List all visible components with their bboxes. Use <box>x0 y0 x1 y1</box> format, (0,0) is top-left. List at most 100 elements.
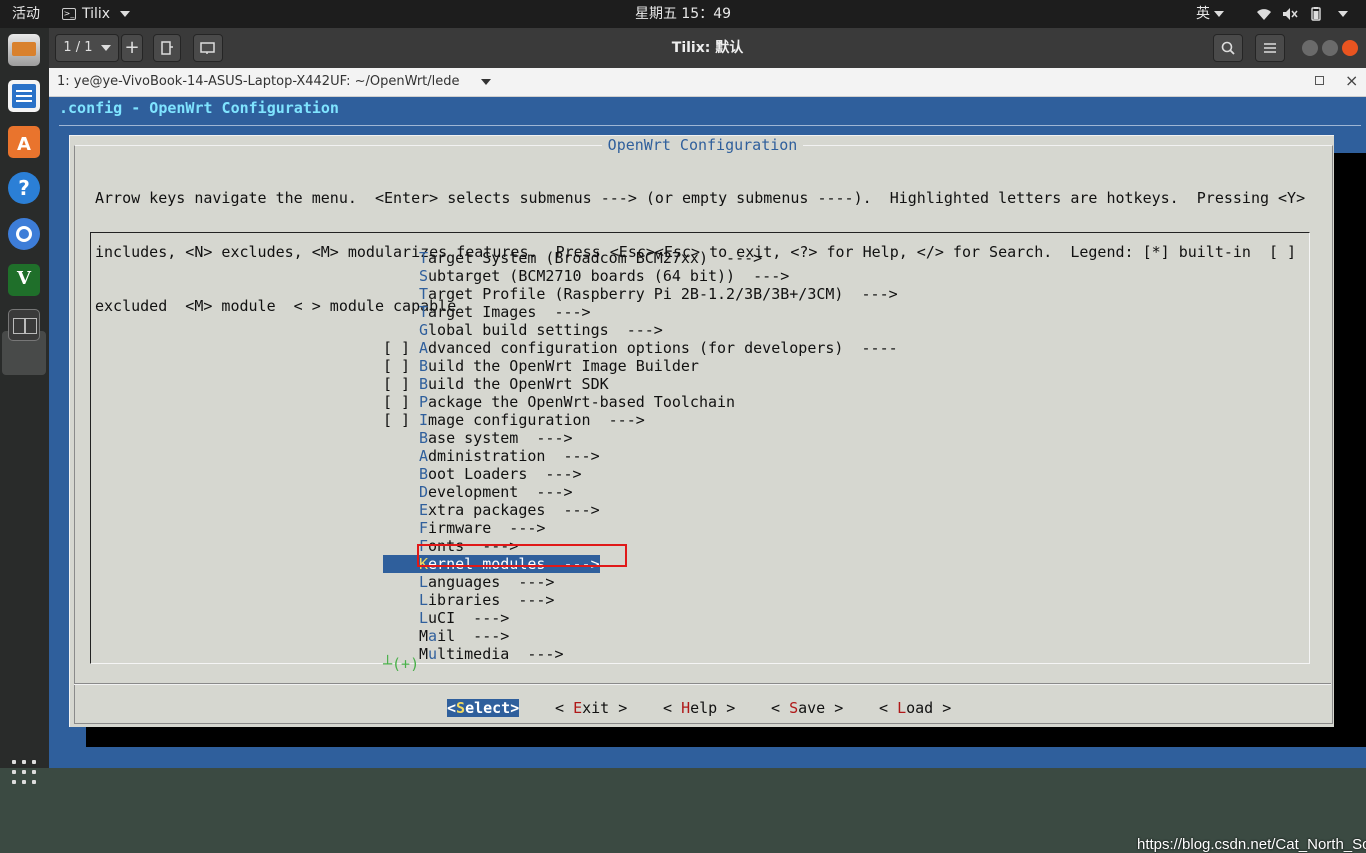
dock: A ? V <box>0 28 49 784</box>
software-center-icon[interactable]: A <box>8 126 40 158</box>
hotkey-letter: S <box>789 699 799 717</box>
maximize-terminal-icon[interactable] <box>1315 76 1324 85</box>
button-bracket: < <box>663 699 682 717</box>
split-vertical-icon[interactable] <box>193 34 223 62</box>
menu-item[interactable]: Subtarget (BCM2710 boards (64 bit)) ---> <box>383 267 789 285</box>
ime-label: 英 <box>1196 6 1210 22</box>
menu-item-label: uCI ---> <box>428 609 510 627</box>
menu-item[interactable]: Administration ---> <box>383 447 600 465</box>
menu-item[interactable]: Global build settings ---> <box>383 321 663 339</box>
close-button[interactable] <box>1342 40 1358 56</box>
hotkey-letter: L <box>419 573 429 591</box>
checkbox-indicator: [ ] <box>383 357 411 375</box>
hotkey-letter: I <box>419 411 429 429</box>
menu-item[interactable]: Development ---> <box>383 483 573 501</box>
divider <box>74 683 1331 685</box>
chevron-down-icon <box>120 11 131 17</box>
menu-item[interactable]: Boot Loaders ---> <box>383 465 582 483</box>
menu-item-label: M <box>419 627 429 645</box>
menu-item[interactable]: Target System (Broadcom BCM27xx) ---> <box>383 249 762 267</box>
system-tray[interactable] <box>1256 0 1348 28</box>
files-icon[interactable] <box>8 34 40 66</box>
checkbox-indicator: [ ] <box>383 411 411 429</box>
terminal-app-icon: >_ <box>62 8 76 20</box>
chromium-icon[interactable] <box>8 218 40 250</box>
menu-item[interactable]: Extra packages ---> <box>383 501 600 519</box>
chevron-down-icon[interactable] <box>481 79 491 85</box>
hotkey-letter: T <box>419 303 429 321</box>
menu-item[interactable]: Languages ---> <box>383 573 554 591</box>
minimize-button[interactable] <box>1302 40 1318 56</box>
add-session-button[interactable]: + <box>121 34 143 62</box>
hamburger-menu-icon[interactable] <box>1255 34 1285 62</box>
select-button[interactable]: <Select> <box>447 699 520 717</box>
hotkey-letter: D <box>419 483 429 501</box>
hotkey-letter: K <box>419 555 429 573</box>
button-label: ave > <box>798 699 844 717</box>
help-button[interactable]: < Help > <box>663 699 735 717</box>
menu-item-label: ibraries ---> <box>428 591 555 609</box>
menu-item-label: il ---> <box>437 627 510 645</box>
menu-item-label: ernel modules ---> <box>428 555 600 573</box>
menu-item-label: ackage the OpenWrt-based Toolchain <box>428 393 736 411</box>
save-button[interactable]: < Save > <box>771 699 843 717</box>
input-method-indicator[interactable]: 英 <box>1196 0 1224 28</box>
chevron-down-icon <box>1214 11 1224 17</box>
menu-item[interactable]: [ ] Image configuration ---> <box>383 411 645 429</box>
hotkey-letter: A <box>419 447 429 465</box>
menu-item[interactable]: LuCI ---> <box>383 609 509 627</box>
menu-item[interactable]: Libraries ---> <box>383 591 554 609</box>
menu-item[interactable]: Base system ---> <box>383 429 573 447</box>
button-label: oad > <box>906 699 952 717</box>
search-icon[interactable] <box>1213 34 1243 62</box>
menu-item[interactable]: [ ] Package the OpenWrt-based Toolchain <box>383 393 735 411</box>
menu-item[interactable]: Kernel modules ---> <box>383 555 600 573</box>
tilix-icon[interactable] <box>8 309 40 341</box>
terminal-title[interactable]: 1: ye@ye-VivoBook-14-ASUS-Laptop-X442UF:… <box>57 68 460 96</box>
terminal-area[interactable]: .config - OpenWrt Configuration OpenWrt … <box>49 97 1366 853</box>
button-label: xit > <box>582 699 628 717</box>
more-indicator: ┴(+) <box>383 655 420 673</box>
menu-item[interactable]: Mail ---> <box>383 627 509 645</box>
session-switcher[interactable]: 1 / 1 <box>55 34 119 62</box>
hotkey-letter: T <box>419 249 429 267</box>
hotkey-letter: T <box>419 285 429 303</box>
chevron-down-icon <box>100 44 111 51</box>
menu-item[interactable]: Target Profile (Raspberry Pi 2B-1.2/3B/3… <box>383 285 898 303</box>
activities-button[interactable]: 活动 <box>12 0 40 28</box>
menu-item[interactable]: [ ] Advanced configuration options (for d… <box>383 339 898 357</box>
show-applications-icon[interactable] <box>12 760 36 784</box>
clock[interactable]: 星期五 15：49 <box>635 6 731 22</box>
hotkey-letter: G <box>419 321 429 339</box>
exit-button[interactable]: < Exit > <box>555 699 627 717</box>
help-icon[interactable]: ? <box>8 172 40 204</box>
terminal-titlebar: 1: ye@ye-VivoBook-14-ASUS-Laptop-X442UF:… <box>49 68 1366 97</box>
menu-item[interactable]: [ ] Build the OpenWrt SDK <box>383 375 609 393</box>
writer-icon[interactable] <box>8 80 40 112</box>
wifi-icon <box>1257 9 1271 20</box>
button-bracket: < <box>555 699 574 717</box>
checkbox-indicator: [ ] <box>383 393 411 411</box>
menu-item[interactable]: Fonts ---> <box>383 537 518 555</box>
app-menu[interactable]: >_ Tilix <box>62 0 131 28</box>
button-bracket: < <box>771 699 790 717</box>
hotkey-letter: E <box>573 699 583 717</box>
load-button[interactable]: < Load > <box>879 699 951 717</box>
dialog-title: OpenWrt Configuration <box>601 136 804 154</box>
menu-item-label: xtra packages ---> <box>428 501 600 519</box>
hotkey-letter: B <box>419 375 429 393</box>
maximize-button[interactable] <box>1322 40 1338 56</box>
menu-item-label: dvanced configuration options (for devel… <box>428 339 898 357</box>
vim-icon[interactable]: V <box>8 264 40 296</box>
chevron-down-icon <box>1338 11 1348 17</box>
split-horizontal-icon[interactable] <box>153 34 181 62</box>
hotkey-letter: u <box>428 645 438 663</box>
menu-item-label: anguages ---> <box>428 573 555 591</box>
menu-item[interactable]: Firmware ---> <box>383 519 545 537</box>
menu-item[interactable]: [ ] Build the OpenWrt Image Builder <box>383 357 699 375</box>
hotkey-letter: a <box>428 627 438 645</box>
hotkey-letter: L <box>419 609 429 627</box>
hotkey-letter: F <box>419 537 429 555</box>
close-terminal-icon[interactable]: × <box>1345 72 1358 90</box>
menu-item[interactable]: Target Images ---> <box>383 303 591 321</box>
